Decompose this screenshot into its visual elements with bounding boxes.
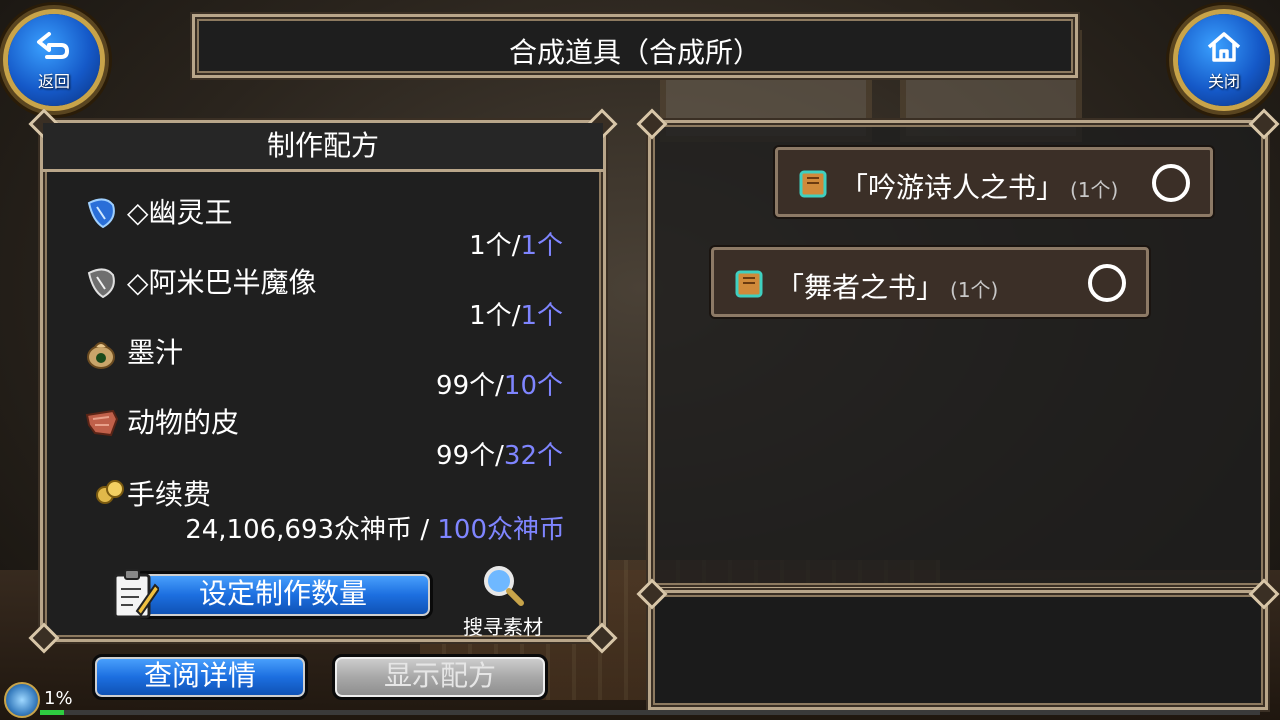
material-name: ◇幽灵王 — [127, 196, 233, 229]
progress-bar — [40, 710, 64, 715]
gray-card-icon — [87, 268, 115, 299]
status-percent: 1% — [44, 688, 73, 709]
recipe-header-title: 制作配方 — [266, 129, 379, 162]
material-need: 32个 — [503, 441, 563, 471]
page-title: 合成道具（合成所） — [508, 36, 761, 69]
set-quantity-label: 设定制作数量 — [198, 577, 367, 610]
coins-icon — [96, 480, 124, 504]
material-name: 动物的皮 — [127, 406, 240, 439]
close-button[interactable]: 关闭 — [1178, 14, 1270, 106]
result-item-count: (1个) — [1070, 178, 1119, 202]
material-count: 1个/1个 — [469, 225, 563, 262]
material-have: 99个 — [436, 371, 496, 401]
book-icon — [799, 170, 827, 198]
material-need: 1个 — [520, 231, 563, 261]
home-icon — [1207, 32, 1241, 62]
back-button[interactable]: 返回 — [8, 14, 100, 106]
detail-panel — [636, 578, 1280, 710]
fee-row: 手续费 24,106,693众神币 / 100众神币 — [95, 473, 565, 546]
show-recipe-button[interactable]: 显示配方 — [332, 654, 548, 700]
set-quantity-button[interactable]: 设定制作数量 — [133, 571, 433, 619]
material-count: 99个/10个 — [436, 365, 563, 402]
animal-hide-icon — [85, 409, 119, 437]
fee-need: 100众神币 — [437, 515, 565, 545]
material-row: 动物的皮 99个/32个 — [83, 401, 563, 472]
fee-separator: / — [412, 515, 438, 545]
search-materials-label: 搜寻素材 — [463, 615, 543, 639]
result-item-text: 「舞者之书」 (1个) — [776, 266, 998, 306]
search-materials-button[interactable]: 搜寻素材 — [453, 563, 553, 639]
frame-corner-ornament — [1248, 108, 1280, 140]
recipe-panel: 制作配方 ◇幽灵王 1个/1个 ◇阿米巴半魔像 1个/1个 墨汁 99个/10个 — [28, 108, 618, 654]
material-have: 99个 — [436, 441, 496, 471]
result-item[interactable]: 「吟游诗人之书」 (1个) — [775, 147, 1213, 217]
material-need: 1个 — [520, 301, 563, 331]
clipboard-icon — [113, 569, 159, 619]
material-count: 1个/1个 — [469, 295, 563, 332]
show-recipe-label: 显示配方 — [383, 659, 496, 692]
selection-circle-icon — [1088, 264, 1126, 302]
result-item-name: 「吟游诗人之书」 — [840, 171, 1065, 204]
fee-have: 24,106,693众神币 — [185, 515, 413, 545]
material-need: 10个 — [503, 371, 563, 401]
fee-values: 24,106,693众神币 / 100众神币 — [185, 509, 565, 546]
material-count-separator: / — [495, 441, 504, 471]
material-row: 墨汁 99个/10个 — [83, 331, 563, 402]
fee-label: 手续费 — [127, 478, 212, 511]
result-item-text: 「吟游诗人之书」 (1个) — [840, 166, 1118, 206]
back-button-label: 返回 — [37, 72, 70, 91]
blue-card-icon — [87, 198, 115, 229]
magnifier-icon — [484, 566, 524, 606]
result-item-count: (1个) — [950, 278, 999, 302]
material-count: 99个/32个 — [436, 435, 563, 472]
result-item-name: 「舞者之书」 — [776, 271, 945, 304]
recipe-header: 制作配方 — [43, 123, 603, 172]
progress-track — [40, 710, 1260, 715]
title-bar: 合成道具（合成所） — [192, 14, 1078, 78]
material-name: 墨汁 — [127, 336, 184, 369]
result-list-panel: 「吟游诗人之书」 (1个) 「舞者之书」 (1个) — [636, 108, 1280, 590]
book-icon — [735, 270, 763, 298]
material-count-separator: / — [495, 371, 504, 401]
selection-circle-icon — [1152, 164, 1190, 202]
material-have: 1个 — [469, 301, 512, 331]
material-have: 1个 — [469, 231, 512, 261]
material-row: ◇阿米巴半魔像 1个/1个 — [83, 261, 563, 332]
view-details-label: 查阅详情 — [143, 659, 256, 692]
view-details-button[interactable]: 查阅详情 — [92, 654, 308, 700]
material-row: ◇幽灵王 1个/1个 — [83, 191, 563, 262]
close-button-label: 关闭 — [1207, 72, 1240, 91]
material-name: ◇阿米巴半魔像 — [127, 266, 317, 299]
status-orb-icon[interactable] — [4, 682, 40, 718]
ink-bag-icon — [87, 342, 115, 369]
result-item[interactable]: 「舞者之书」 (1个) — [711, 247, 1149, 317]
back-arrow-icon — [37, 32, 69, 59]
